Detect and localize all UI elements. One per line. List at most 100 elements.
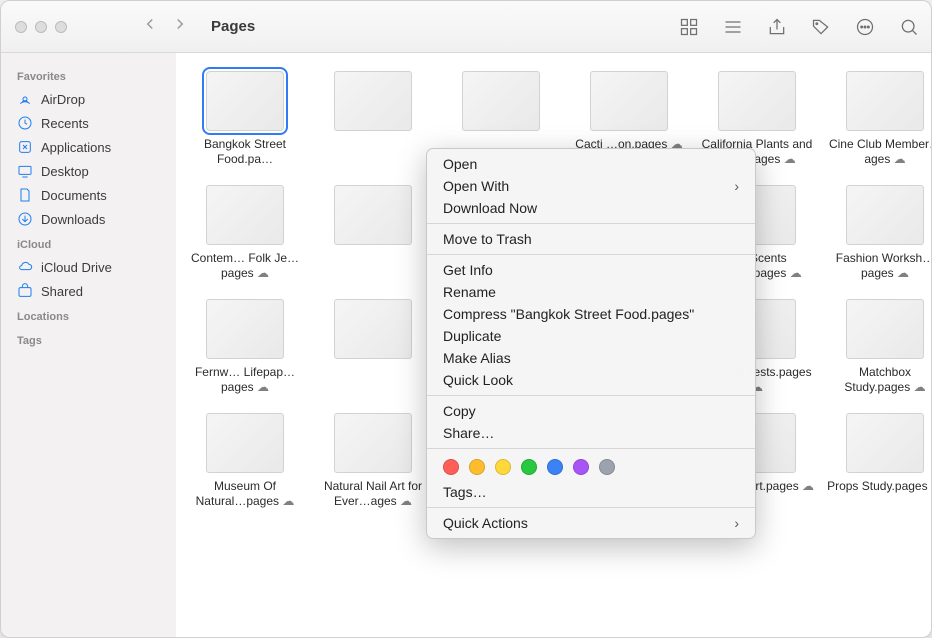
menu-item-copy[interactable]: Copy [427,400,755,422]
search-button[interactable] [887,17,931,37]
zoom-dot[interactable] [55,21,67,33]
file-item[interactable]: Props Study.pages ☁︎ [826,413,931,509]
file-thumbnail [334,299,412,359]
sidebar-item-label: iCloud Drive [41,260,112,275]
cloud-icon: ☁︎ [897,266,909,280]
file-label: Natural Nail Art for Ever…ages ☁︎ [315,479,431,509]
sidebar-item-desktop[interactable]: Desktop [1,159,176,183]
file-thumbnail [334,413,412,473]
file-item[interactable] [314,71,432,167]
file-thumbnail [206,299,284,359]
forward-button[interactable] [171,15,189,38]
menu-item-label: Get Info [443,262,493,278]
menu-item-label: Duplicate [443,328,501,344]
sidebar-item-label: Downloads [41,212,105,227]
tag-color[interactable] [599,459,615,475]
window-title: Pages [189,18,255,35]
menu-item-compress-bangkok-street-food-pages-[interactable]: Compress "Bangkok Street Food.pages" [427,303,755,325]
cloud-icon: ☁︎ [790,266,802,280]
share-button[interactable] [755,17,799,37]
tag-color[interactable] [495,459,511,475]
file-item[interactable]: Contem… Folk Je…pages ☁︎ [186,185,304,281]
file-label: Contem… Folk Je…pages ☁︎ [187,251,303,281]
titlebar: Pages [1,1,931,53]
sidebar-item-label: Documents [41,188,107,203]
file-item[interactable]: Natural Nail Art for Ever…ages ☁︎ [314,413,432,509]
file-item[interactable]: Bangkok Street Food.pa… [186,71,304,167]
sidebar-section-header: iCloud [1,231,176,255]
menu-item-label: Open With [443,178,509,194]
menu-item-label: Share… [443,425,494,441]
menu-separator [427,223,755,224]
sidebar-item-label: Recents [41,116,89,131]
file-label: Matchbox Study.pages ☁︎ [827,365,931,395]
menu-item-tags-[interactable]: Tags… [427,481,755,503]
back-button[interactable] [141,15,159,38]
menu-item-duplicate[interactable]: Duplicate [427,325,755,347]
tags-button[interactable] [799,17,843,37]
context-menu: Open Open With › Download Now Move to Trash G… [426,148,756,539]
sidebar-item-recents[interactable]: Recents [1,111,176,135]
menu-item-move-to-trash[interactable]: Move to Trash [427,228,755,250]
sidebar-item-downloads[interactable]: Downloads [1,207,176,231]
file-label: Props Study.pages ☁︎ [827,479,931,494]
finder-window: Pages Favorites AirDrop Recents Application… [0,0,932,638]
file-label: Fernw… Lifepap…pages ☁︎ [187,365,303,395]
tag-color[interactable] [521,459,537,475]
more-button[interactable] [843,17,887,37]
file-item[interactable]: Cine Club Member…ages ☁︎ [826,71,931,167]
menu-item-make-alias[interactable]: Make Alias [427,347,755,369]
sidebar: Favorites AirDrop Recents Applications Deskt… [1,53,176,637]
file-item[interactable] [314,299,432,395]
view-icons-button[interactable] [667,17,711,37]
minimize-dot[interactable] [35,21,47,33]
file-thumbnail [334,71,412,131]
menu-item-quick-actions[interactable]: Quick Actions› [427,512,755,534]
window-body: Favorites AirDrop Recents Applications Deskt… [1,53,931,637]
menu-item-label: Compress "Bangkok Street Food.pages" [443,306,694,322]
file-thumbnail [846,299,924,359]
file-item[interactable] [314,185,432,281]
sidebar-item-label: Desktop [41,164,89,179]
file-item[interactable]: Matchbox Study.pages ☁︎ [826,299,931,395]
sidebar-item-label: AirDrop [41,92,85,107]
menu-item-label: Open [443,156,477,172]
menu-item-get-info[interactable]: Get Info [427,259,755,281]
menu-item-label: Make Alias [443,350,511,366]
sidebar-item-shared[interactable]: Shared [1,279,176,303]
menu-item-quick-look[interactable]: Quick Look [427,369,755,391]
menu-item-open-with[interactable]: Open With › [427,175,755,197]
sidebar-item-documents[interactable]: Documents [1,183,176,207]
close-dot[interactable] [15,21,27,33]
cloud-icon: ☁︎ [257,380,269,394]
menu-item-label: Move to Trash [443,231,532,247]
tag-color[interactable] [443,459,459,475]
sidebar-item-icloud-drive[interactable]: iCloud Drive [1,255,176,279]
file-thumbnail [590,71,668,131]
tag-color[interactable] [469,459,485,475]
file-thumbnail [846,413,924,473]
file-item[interactable]: Fernw… Lifepap…pages ☁︎ [186,299,304,395]
menu-item-label: Rename [443,284,496,300]
sidebar-section-header: Favorites [1,63,176,87]
menu-item-label: Copy [443,403,476,419]
file-item[interactable]: Fashion Worksh…pages ☁︎ [826,185,931,281]
tag-color[interactable] [547,459,563,475]
group-button[interactable] [711,17,755,37]
file-thumbnail [846,185,924,245]
chevron-right-icon: › [734,178,739,194]
menu-item-label: Quick Look [443,372,513,388]
window-controls [1,21,81,33]
tag-color[interactable] [573,459,589,475]
menu-item-share-[interactable]: Share… [427,422,755,444]
cloud-icon: ☁︎ [282,494,294,508]
menu-item-label: Quick Actions [443,515,528,531]
sidebar-item-applications[interactable]: Applications [1,135,176,159]
menu-item-download-now[interactable]: Download Now [427,197,755,219]
menu-item-open[interactable]: Open [427,153,755,175]
tag-color-row [427,453,755,481]
cloud-icon: ☁︎ [914,380,926,394]
menu-item-rename[interactable]: Rename [427,281,755,303]
sidebar-item-airdrop[interactable]: AirDrop [1,87,176,111]
file-item[interactable]: Museum Of Natural…pages ☁︎ [186,413,304,509]
